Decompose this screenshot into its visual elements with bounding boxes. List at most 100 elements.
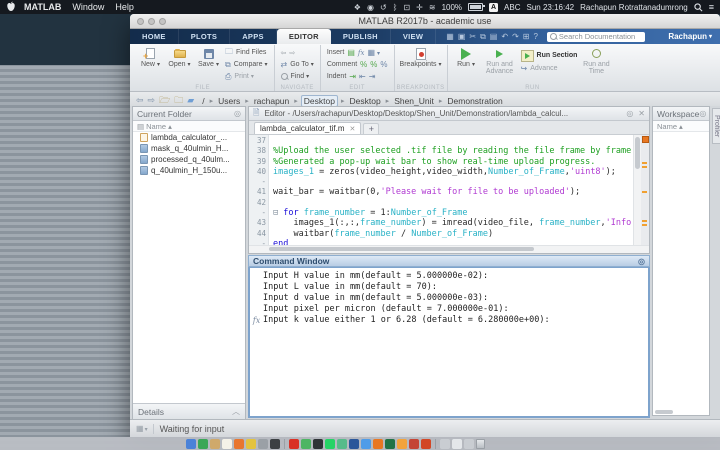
- editor-menu-icon[interactable]: ◎: [626, 109, 633, 118]
- account-menu[interactable]: Rachapun: [668, 29, 712, 44]
- back-arrow-icon[interactable]: ⇦: [136, 95, 144, 106]
- save-button[interactable]: Save: [196, 47, 221, 68]
- menubar-clock[interactable]: Sun 23:16:42: [527, 3, 575, 12]
- code-line[interactable]: [273, 198, 633, 208]
- help-icon[interactable]: ?: [533, 32, 537, 41]
- dock-icon-maps[interactable]: [246, 439, 256, 449]
- breadcrumb-segment[interactable]: Desktop: [301, 95, 338, 107]
- statusbar-grid-icon[interactable]: ▦: [136, 424, 147, 433]
- editor-close-icon[interactable]: ✕: [638, 109, 645, 118]
- tab-home[interactable]: HOME: [130, 29, 179, 44]
- tab-close-icon[interactable]: ✕: [349, 125, 355, 133]
- dock-icon-acrobat[interactable]: [289, 439, 299, 449]
- dropbox-icon[interactable]: ❖: [354, 3, 361, 12]
- input-source-label[interactable]: ABC: [504, 3, 520, 12]
- tab-editor[interactable]: EDITOR: [277, 29, 331, 44]
- run-and-advance-button[interactable]: Run and Advance: [483, 47, 517, 75]
- profiler-side-tab[interactable]: Profiler: [712, 108, 720, 144]
- file-row[interactable]: mask_q_40ulmin_H...: [133, 143, 245, 154]
- editor-header[interactable]: 🗎 Editor - /Users/rachapun/Desktop/Deskt…: [249, 107, 649, 121]
- compare-button[interactable]: ⧉ Compare: [225, 59, 268, 70]
- panel-menu-icon[interactable]: ◎: [234, 109, 241, 118]
- run-section-button[interactable]: Run Section: [521, 49, 578, 62]
- dock-icon-pdf[interactable]: [409, 439, 419, 449]
- workspace-menu-icon[interactable]: ◎: [699, 109, 706, 118]
- dock-icon-settings[interactable]: [258, 439, 268, 449]
- code-line[interactable]: wait_bar = waitbar(0,'Please wait for fi…: [273, 187, 633, 197]
- dock-icon-pages[interactable]: [397, 439, 407, 449]
- editor-file-tab[interactable]: lambda_calculator_tif.m ✕: [254, 122, 361, 134]
- run-button[interactable]: Run: [454, 47, 479, 68]
- breadcrumb-segment[interactable]: Shen_Unit: [392, 96, 436, 106]
- code-line[interactable]: waitbar(frame_number / Number_of_Frame): [273, 229, 633, 239]
- location-icon[interactable]: ✛: [416, 3, 423, 12]
- editor-body[interactable]: 37383940 -4142 -4344 -45 -46 -47 - %Uplo…: [249, 135, 649, 245]
- save-icon[interactable]: ▣: [458, 32, 466, 41]
- editor-hscrollbar[interactable]: [249, 245, 649, 253]
- copy-icon[interactable]: ⧉: [480, 32, 486, 42]
- close-window-button[interactable]: [137, 18, 144, 25]
- workspace-column-header[interactable]: Name ▴: [653, 121, 709, 132]
- details-panel-header[interactable]: Details ︿: [133, 403, 245, 419]
- dock-trash-icon[interactable]: [476, 439, 485, 449]
- command-window-body[interactable]: Input H value in mm(default = 5.000000e-…: [248, 267, 650, 418]
- dock-icon-folder-documents[interactable]: [464, 439, 474, 449]
- breadcrumb-segment[interactable]: Users: [216, 96, 242, 106]
- file-row[interactable]: processed_q_40ulm...: [133, 154, 245, 165]
- dock-icon-photos[interactable]: [210, 439, 220, 449]
- dock-icon-excel[interactable]: [385, 439, 395, 449]
- menubar-menu-help[interactable]: Help: [115, 2, 134, 12]
- tab-plots[interactable]: PLOTS: [179, 29, 231, 44]
- code-line[interactable]: [273, 136, 633, 146]
- editor-vscrollbar[interactable]: [633, 135, 641, 245]
- code-line[interactable]: images_1 = zeros(video_height,video_widt…: [273, 167, 633, 177]
- breadcrumb-segment[interactable]: Desktop: [347, 96, 382, 106]
- code-line[interactable]: ⊟ for frame_number = 1:Number_of_Frame: [273, 208, 633, 218]
- advance-button[interactable]: ↪ Advance: [521, 63, 578, 74]
- details-collapse-icon[interactable]: ︿: [232, 406, 240, 417]
- bluetooth-icon[interactable]: ᛒ: [393, 3, 398, 12]
- code-line[interactable]: [273, 177, 633, 187]
- spotlight-search-icon[interactable]: [694, 3, 703, 12]
- dock-icon-camera[interactable]: [270, 439, 280, 449]
- tab-apps[interactable]: APPS: [230, 29, 277, 44]
- redo-icon[interactable]: ↷: [512, 32, 519, 41]
- input-source-icon[interactable]: A: [489, 3, 498, 12]
- new-button[interactable]: New: [138, 47, 163, 68]
- dock-icon-matlab[interactable]: [373, 439, 383, 449]
- screenshot-icon[interactable]: ▦: [446, 32, 454, 41]
- dock-icon-evernote[interactable]: [337, 439, 347, 449]
- code-line[interactable]: images_1(:,:,frame_number) = imread(vide…: [273, 218, 633, 228]
- breadcrumb-segment[interactable]: rachapun: [252, 96, 291, 106]
- run-and-time-button[interactable]: Run and Time: [581, 47, 611, 75]
- command-window-menu-icon[interactable]: ◎: [638, 257, 645, 266]
- forward-arrow-icon[interactable]: ⇨: [148, 95, 156, 106]
- new-tab-button[interactable]: +: [363, 123, 379, 134]
- current-folder-column-header[interactable]: ▤ Name ▴: [133, 121, 245, 132]
- insert-fx-icon[interactable]: fx: [358, 49, 365, 57]
- dock-icon-word[interactable]: [349, 439, 359, 449]
- dock-icon-finder[interactable]: [186, 439, 196, 449]
- dock-icon-whatsapp[interactable]: [325, 439, 335, 449]
- command-window-header[interactable]: Command Window ◎: [248, 255, 650, 267]
- workspace-hscrollbar[interactable]: [655, 410, 673, 414]
- breakpoints-button[interactable]: Breakpoints: [401, 47, 441, 68]
- tab-view[interactable]: VIEW: [391, 29, 436, 44]
- zoom-window-button[interactable]: [159, 18, 166, 25]
- display-icon[interactable]: ⊡: [403, 3, 410, 12]
- wifi-icon[interactable]: ≋: [429, 3, 436, 12]
- tab-publish[interactable]: PUBLISH: [331, 29, 391, 44]
- minimize-window-button[interactable]: [148, 18, 155, 25]
- print-button[interactable]: ⎙ Print: [225, 71, 268, 82]
- file-row[interactable]: q_40ulmin_H_150u...: [133, 165, 245, 176]
- dock-icon-chrome[interactable]: [198, 439, 208, 449]
- breadcrumb-segment[interactable]: /: [200, 96, 206, 106]
- dock-icon-document-stack[interactable]: [452, 439, 462, 449]
- back-forward-buttons[interactable]: ⇦ ⇨: [281, 47, 314, 58]
- menubar-menu-window[interactable]: Window: [72, 2, 104, 12]
- window-titlebar[interactable]: MATLAB R2017b - academic use: [130, 14, 720, 29]
- dock-icon-drive[interactable]: [301, 439, 311, 449]
- dock-window-icon[interactable]: ⊞: [523, 32, 530, 41]
- cut-icon[interactable]: ✂: [469, 32, 476, 41]
- dock-icon-notes[interactable]: [222, 439, 232, 449]
